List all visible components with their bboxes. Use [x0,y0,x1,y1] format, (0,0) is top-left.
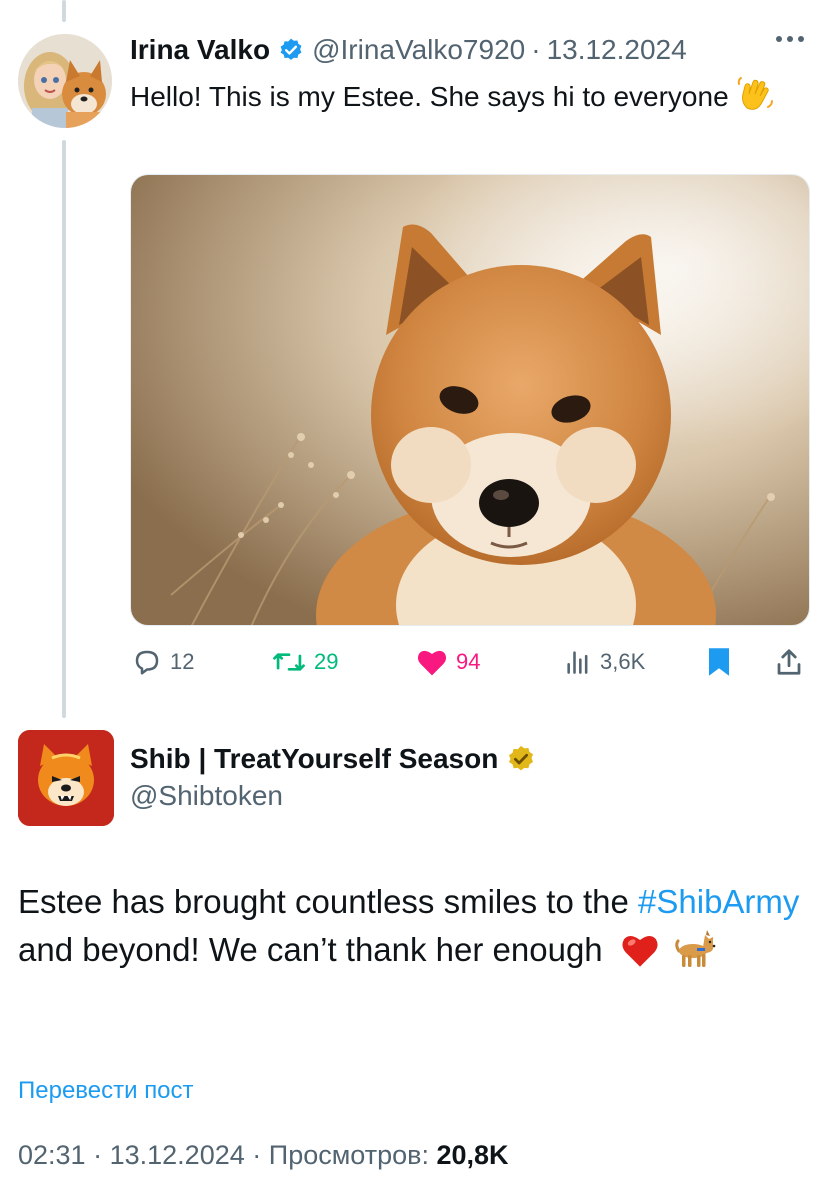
tweet-text: Hello! This is my Estee. She says hi to … [130,74,790,117]
share-button[interactable] [774,644,812,680]
reply-icon [135,650,159,675]
avatar[interactable] [18,34,112,128]
tweet-date[interactable]: 13.12.2024 [547,34,687,66]
bookmark-icon [709,648,729,676]
separator-dot: · [531,34,541,65]
separator-dot: · [93,1140,103,1170]
tweet-text-start: Estee has brought countless smiles to th… [18,883,639,920]
translate-post-link[interactable]: Перевести пост [18,1077,194,1105]
views-button[interactable]: 3,6K [564,644,645,680]
tweet-header: Irina Valko @IrinaValko7920 · 13.12.2024 [130,30,687,70]
thread-line [62,140,66,718]
avatar[interactable] [18,730,114,826]
hashtag-link[interactable]: #ShibArmy [638,883,799,920]
tweet-time[interactable]: 02:31 [18,1140,86,1170]
author-name[interactable]: Irina Valko [130,34,270,66]
tweet-text-content: Hello! This is my Estee. She says hi to … [130,81,729,112]
author-name[interactable]: Shib | TreatYourself Season [130,743,498,775]
like-button[interactable]: 94 [416,644,480,680]
thread-line-top [62,0,66,22]
verified-badge-icon [278,37,304,63]
tweet-text: Estee has brought countless smiles to th… [18,878,808,982]
gold-verified-badge-icon [506,744,536,774]
like-count: 94 [456,649,481,674]
reply-button[interactable]: 12 [132,644,194,680]
views-count: 3,6K [600,649,646,674]
separator-dot: · [252,1140,262,1170]
tweet-date[interactable]: 13.12.2024 [110,1140,245,1170]
tweet-photo[interactable] [130,174,810,626]
waving-hand-icon [735,74,775,114]
tweet-text-end: and beyond! We can’t thank her enough [18,931,603,968]
red-heart-icon [620,931,660,982]
repost-count: 29 [314,649,339,674]
tweet-header: Shib | TreatYourself Season [130,740,536,778]
more-options-icon[interactable] [776,36,804,42]
repost-button[interactable]: 29 [272,644,338,680]
bookmark-button[interactable] [706,644,740,680]
author-handle[interactable]: @IrinaValko7920 [312,34,525,66]
views-label: Просмотров: [268,1140,429,1170]
views-chart-icon [567,651,588,674]
views-total: 20,8K [436,1140,509,1170]
tweet-actions: 12 29 94 3,6K [130,644,810,680]
heart-icon [417,650,447,676]
author-handle[interactable]: @Shibtoken [130,780,283,812]
repost-icon [273,653,305,671]
dog-icon [673,929,717,982]
share-icon [777,649,801,675]
tweet-meta: 02:31 · 13.12.2024 · Просмотров: 20,8K [18,1140,509,1171]
reply-count: 12 [170,649,195,674]
